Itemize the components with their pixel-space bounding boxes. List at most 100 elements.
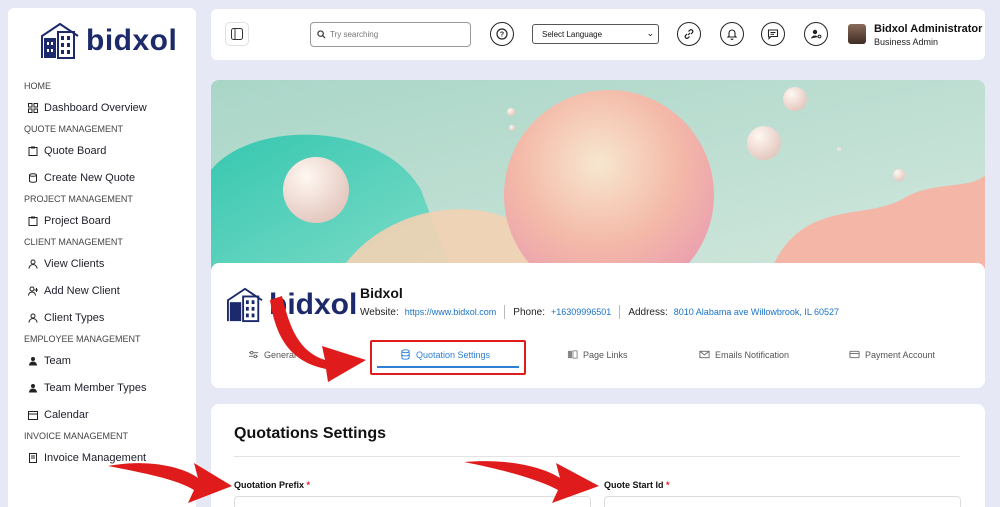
required-mark: *	[666, 480, 670, 490]
invoice-icon	[28, 452, 38, 463]
tab-label: Emails Notification	[715, 349, 790, 360]
sidebar-toggle-icon	[231, 28, 243, 40]
quote-start-id-label: Quote Start Id *	[604, 480, 670, 490]
address-label: Address:	[628, 306, 668, 318]
company-profile-card: bidxol Bidxol Website: https://www.bidxo…	[211, 80, 985, 388]
top-header: ? Select Language ⌄ Bidxol Administrator…	[211, 9, 985, 60]
sidebar-item-label: View Clients	[44, 257, 105, 270]
card-icon	[849, 350, 860, 359]
sidebar-item-label: Dashboard Overview	[44, 101, 147, 114]
book-icon	[567, 350, 578, 359]
notifications-button[interactable]	[720, 22, 744, 46]
company-logo-text: bidxol	[269, 288, 358, 321]
tab-label: Page Links	[583, 349, 628, 360]
user-plus-icon	[28, 286, 38, 296]
sidebar-item-client-types[interactable]: Client Types	[8, 304, 196, 331]
search-input[interactable]	[330, 30, 460, 39]
clipboard-icon	[28, 146, 38, 156]
grid-icon	[28, 102, 38, 113]
sidebar-section-title: PROJECT MANAGEMENT	[24, 194, 133, 204]
sidebar-item-label: Invoice Management	[44, 451, 147, 464]
website-link[interactable]: https://www.bidxol.com	[405, 307, 497, 317]
sidebar-item-dashboard-overview[interactable]: Dashboard Overview	[8, 94, 196, 121]
company-contact-row: Website: https://www.bidxol.com Phone: +…	[360, 305, 839, 319]
sidebar-item-label: Team	[44, 354, 71, 367]
address-value: 8010 Alabama ave Willowbrook, IL 60527	[673, 307, 840, 317]
clipboard-icon	[28, 216, 38, 226]
sidebar-item-label: Quote Board	[44, 144, 107, 157]
sidebar-item-project-board[interactable]: Project Board	[8, 207, 196, 234]
sidebar-section-title: INVOICE MANAGEMENT	[24, 431, 129, 441]
bell-icon	[726, 29, 738, 40]
sidebar-item-label: Calendar	[44, 408, 89, 421]
divider	[504, 305, 506, 319]
search-icon	[317, 30, 326, 39]
tab-payment-account[interactable]: Payment Account	[849, 349, 935, 360]
quote-start-id-input[interactable]	[604, 496, 961, 507]
sidebar-item-label: Project Board	[44, 214, 111, 227]
user-filled-icon	[28, 356, 38, 366]
tab-page-links[interactable]: Page Links	[567, 349, 628, 360]
company-name: Bidxol	[360, 285, 403, 301]
svg-text:?: ?	[500, 32, 504, 39]
mail-icon	[699, 350, 710, 359]
sidebar-item-view-clients[interactable]: View Clients	[8, 250, 196, 277]
link-icon	[684, 29, 694, 39]
quotation-settings-card: Quotations Settings Quotation Prefix * Q…	[211, 404, 985, 507]
sidebar-item-calendar[interactable]: Calendar	[8, 401, 196, 428]
section-title: Quotations Settings	[234, 425, 386, 442]
user-filled-icon	[28, 383, 38, 393]
building-logo-icon	[227, 287, 263, 323]
quotation-prefix-input[interactable]	[234, 496, 591, 507]
sidebar-section-title: HOME	[24, 81, 51, 91]
phone-link[interactable]: +16309996501	[551, 307, 611, 317]
website-label: Website:	[360, 306, 399, 318]
avatar[interactable]	[848, 24, 866, 44]
brand-logo[interactable]: bidxol	[40, 22, 177, 60]
user-icon	[28, 259, 38, 269]
sidebar-section-title: QUOTE MANAGEMENT	[24, 124, 124, 134]
sidebar-item-label: Add New Client	[44, 284, 120, 297]
chevron-down-icon: ⌄	[646, 28, 654, 38]
field-label-text: Quotation Prefix	[234, 480, 305, 490]
user-menu-button[interactable]	[804, 22, 828, 46]
user-name[interactable]: Bidxol Administrator	[874, 23, 982, 35]
messages-button[interactable]	[761, 22, 785, 46]
sidebar-item-invoice-management[interactable]: Invoice Management	[8, 444, 196, 471]
sidebar-item-add-new-client[interactable]: Add New Client	[8, 277, 196, 304]
language-select[interactable]: Select Language ⌄	[532, 24, 659, 44]
language-select-value: Select Language	[542, 29, 603, 39]
sidebar-section-title: EMPLOYEE MANAGEMENT	[24, 334, 141, 344]
tab-emails-notification[interactable]: Emails Notification	[699, 349, 789, 360]
building-logo-icon	[41, 22, 79, 59]
user-settings-icon	[811, 29, 822, 39]
tab-label: General	[264, 349, 297, 360]
company-info: bidxol Bidxol Website: https://www.bidxo…	[211, 263, 985, 388]
search-box[interactable]	[310, 22, 471, 47]
sidebar-item-label: Team Member Types	[44, 381, 147, 394]
tab-general[interactable]: General	[248, 349, 296, 360]
sidebar-item-label: Client Types	[44, 311, 105, 324]
sidebar-item-team-member-types[interactable]: Team Member Types	[8, 374, 196, 401]
user-icon	[28, 313, 38, 323]
divider	[619, 305, 621, 319]
divider	[234, 456, 960, 457]
help-button[interactable]: ?	[490, 22, 514, 46]
sidebar-toggle-button[interactable]	[225, 22, 249, 46]
sidebar-item-create-new-quote[interactable]: Create New Quote	[8, 164, 196, 191]
field-label-text: Quote Start Id	[604, 480, 664, 490]
quotation-prefix-label: Quotation Prefix *	[234, 480, 310, 490]
sidebar-item-quote-board[interactable]: Quote Board	[8, 137, 196, 164]
database-icon	[28, 172, 38, 183]
required-mark: *	[306, 480, 311, 490]
calendar-icon	[28, 410, 38, 420]
message-icon	[767, 29, 779, 40]
phone-label: Phone:	[513, 306, 545, 318]
company-logo: bidxol	[225, 287, 357, 323]
tab-label: Payment Account	[865, 349, 936, 360]
help-icon: ?	[496, 28, 508, 40]
link-button[interactable]	[677, 22, 701, 46]
sidebar-item-team[interactable]: Team	[8, 347, 196, 374]
sliders-icon	[248, 350, 259, 359]
sidebar-nav: HOME Dashboard Overview QUOTE MANAGEMENT Qu…	[8, 78, 196, 471]
